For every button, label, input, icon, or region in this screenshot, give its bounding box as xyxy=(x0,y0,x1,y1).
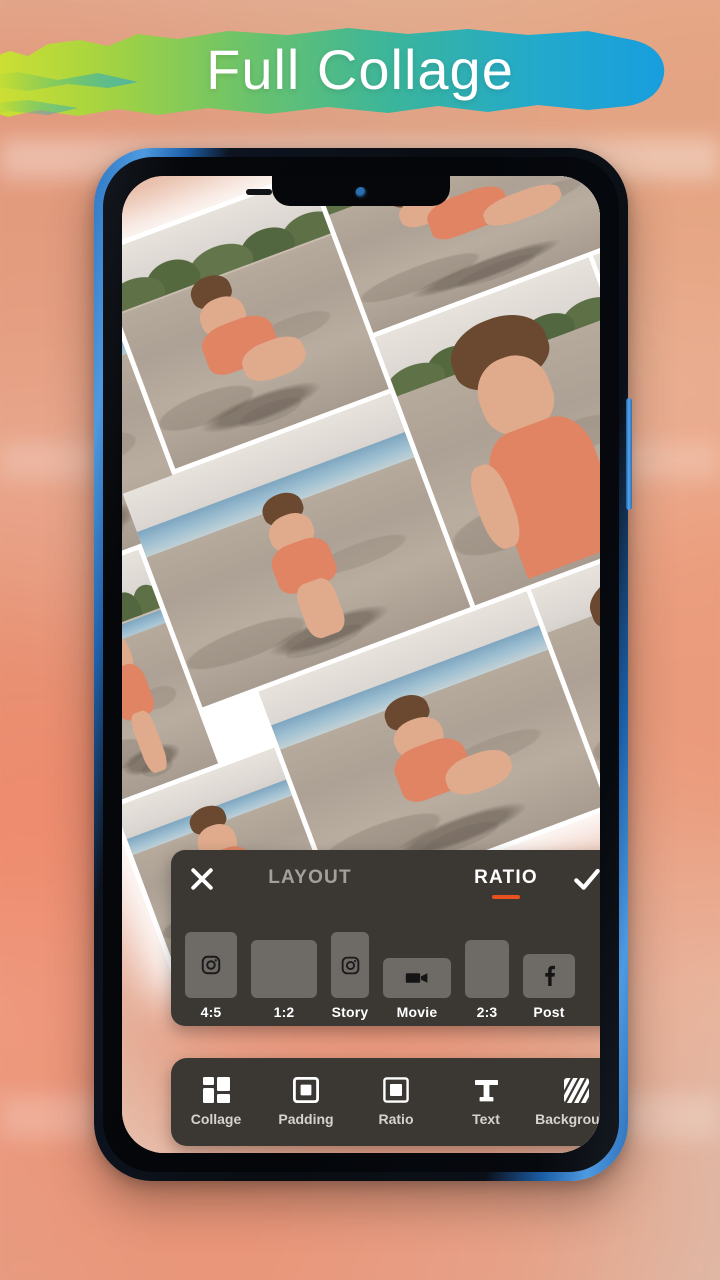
ratio-thumb xyxy=(185,932,237,998)
tool-padding[interactable]: Padding xyxy=(264,1077,348,1127)
phone-screen: LAYOUT RATIO 4:5 1:2 Story Movie 2:3 Pos… xyxy=(122,176,600,1153)
close-x-icon[interactable] xyxy=(187,864,217,894)
text-t-icon xyxy=(474,1077,499,1103)
tool-label: Text xyxy=(472,1111,500,1127)
tool-ratio[interactable]: Ratio xyxy=(354,1077,438,1127)
instagram-icon xyxy=(341,956,359,974)
ratio-options-list[interactable]: 4:5 1:2 Story Movie 2:3 Post xyxy=(185,912,600,1020)
ratio-option-label: Movie xyxy=(396,1004,438,1020)
ratio-option-label: 2:3 xyxy=(476,1004,498,1020)
ratio-option-2-3[interactable]: 2:3 xyxy=(465,940,509,1020)
ratio-panel-header: LAYOUT RATIO xyxy=(171,850,600,908)
ratio-option-story[interactable]: Story xyxy=(331,932,369,1020)
ratio-option-4-5[interactable]: 4:5 xyxy=(185,932,237,1020)
front-camera-icon xyxy=(355,187,367,198)
check-icon[interactable] xyxy=(571,863,600,895)
ratio-option-1-2[interactable]: 1:2 xyxy=(251,940,317,1020)
background-stripes-icon xyxy=(563,1077,589,1103)
ratio-thumb xyxy=(383,958,451,998)
ratio-option-movie[interactable]: Movie xyxy=(383,958,451,1020)
earpiece-speaker-icon xyxy=(246,189,272,195)
tool-label: Ratio xyxy=(378,1111,414,1127)
facebook-icon xyxy=(545,965,555,986)
tab-layout[interactable]: LAYOUT xyxy=(245,867,375,889)
ratio-thumb xyxy=(523,954,575,998)
ratio-option-label: Post xyxy=(533,1004,565,1020)
tool-label: Padding xyxy=(278,1111,334,1127)
padding-square-icon xyxy=(293,1077,319,1103)
ratio-option-label: 4:5 xyxy=(200,1004,222,1020)
collage-grid-icon xyxy=(202,1077,230,1103)
tab-active-underline xyxy=(492,895,520,899)
tab-ratio-label: RATIO xyxy=(474,867,538,888)
video-icon xyxy=(405,973,428,983)
phone-mockup: LAYOUT RATIO 4:5 1:2 Story Movie 2:3 Pos… xyxy=(94,148,632,1181)
phone-bezel: LAYOUT RATIO 4:5 1:2 Story Movie 2:3 Pos… xyxy=(103,157,619,1172)
ratio-option-label: Story xyxy=(331,1004,369,1020)
ratio-thumb xyxy=(465,940,509,998)
page-title: Full Collage xyxy=(206,38,514,101)
tool-text[interactable]: Text xyxy=(444,1077,528,1127)
ratio-option-label: 1:2 xyxy=(273,1004,295,1020)
volume-button[interactable] xyxy=(626,398,632,510)
ratio-thumb xyxy=(331,932,369,998)
tool-label: Collage xyxy=(190,1111,242,1127)
tool-collage[interactable]: Collage xyxy=(174,1077,258,1127)
ratio-option-post[interactable]: Post xyxy=(523,954,575,1020)
ratio-thumb xyxy=(251,940,317,998)
ratio-square-icon xyxy=(383,1077,409,1103)
tool-background[interactable]: Background xyxy=(534,1077,600,1127)
header-banner: Full Collage xyxy=(0,0,720,140)
bottom-toolbar: Collage Padding Ratio Text Backgrou xyxy=(171,1058,600,1146)
ratio-panel: LAYOUT RATIO 4:5 1:2 Story Movie 2:3 Pos… xyxy=(171,850,600,1026)
tool-label: Background xyxy=(535,1111,600,1127)
phone-notch xyxy=(246,176,450,206)
instagram-icon xyxy=(201,955,221,975)
tab-ratio[interactable]: RATIO xyxy=(451,867,561,899)
